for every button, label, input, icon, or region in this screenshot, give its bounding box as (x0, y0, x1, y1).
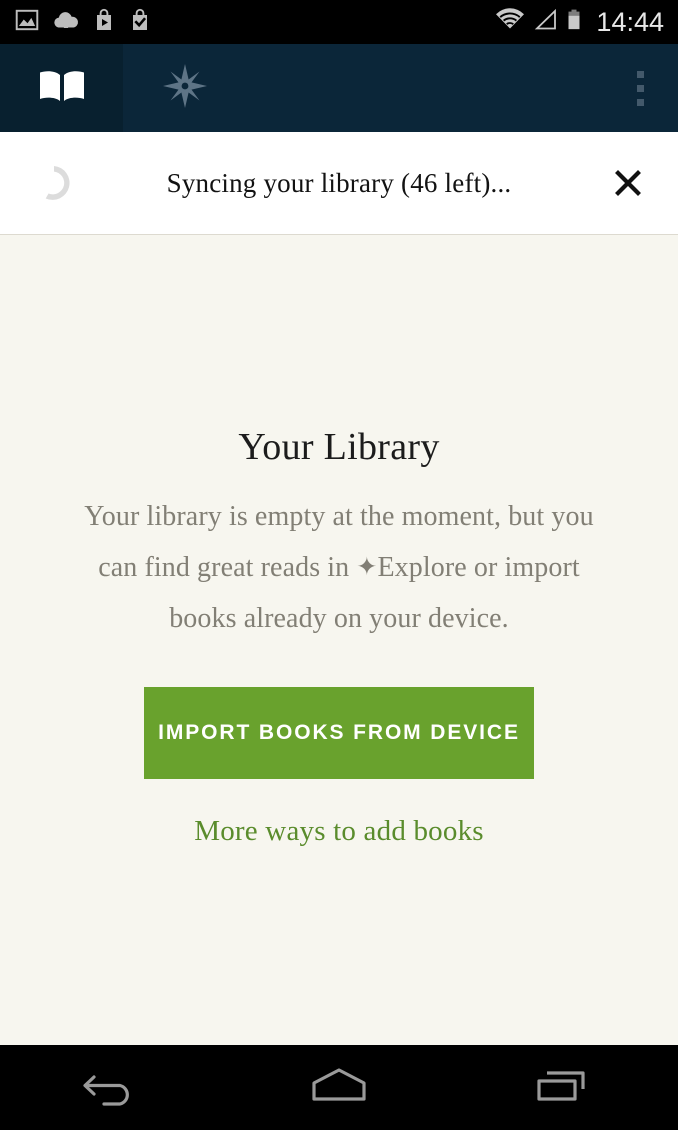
app-installed-bag-check-icon (128, 7, 152, 38)
cloud-upload-icon (52, 7, 80, 38)
nav-back-button[interactable] (0, 1045, 226, 1130)
tab-library[interactable] (0, 44, 123, 132)
status-bar: 14:44 (0, 0, 678, 44)
tab-explore[interactable] (123, 44, 246, 132)
sync-status-bar: Syncing your library (46 left)... (0, 132, 678, 235)
recents-icon (534, 1063, 596, 1112)
sync-status-text: Syncing your library (46 left)... (166, 167, 512, 198)
empty-library-state: Your Library Your library is empty at th… (0, 425, 678, 848)
status-bar-clock: 14:44 (596, 6, 664, 37)
description-line-1: Your library is empty at the moment, but (84, 501, 545, 532)
app-toolbar (0, 44, 678, 132)
open-book-icon (36, 67, 88, 110)
home-icon (306, 1063, 372, 1112)
import-books-from-device-button[interactable]: IMPORT BOOKS FROM DEVICE (144, 687, 534, 779)
screenshot-image-icon (14, 7, 40, 38)
nav-recents-button[interactable] (452, 1045, 678, 1130)
empty-state-description: Your library is empty at the moment, but… (79, 491, 599, 644)
nav-home-button[interactable] (226, 1045, 452, 1130)
compass-star-icon (161, 62, 209, 115)
cellular-signal-icon (533, 7, 559, 38)
android-navigation-bar (0, 1045, 678, 1130)
wifi-icon (494, 7, 526, 38)
overflow-menu-icon[interactable] (602, 44, 678, 132)
library-content-area: Your Library Your library is empty at th… (0, 235, 678, 1045)
back-arrow-icon (82, 1063, 144, 1112)
compass-star-inline-icon: ✦ (356, 554, 378, 581)
battery-icon (566, 7, 582, 38)
more-ways-to-add-books-link[interactable]: More ways to add books (0, 815, 678, 848)
description-line-2-suffix: Explore or (377, 552, 498, 583)
page-title: Your Library (238, 426, 440, 468)
overflow-dot (636, 98, 644, 106)
app-screen: 14:44 Syncing your library (46 left)... … (0, 0, 678, 1130)
overflow-dot (636, 84, 644, 92)
play-store-bag-icon (92, 7, 116, 38)
status-bar-system-icons: 14:44 (494, 7, 664, 38)
overflow-dot (636, 70, 644, 78)
status-bar-notification-icons (14, 7, 494, 38)
close-icon[interactable] (606, 161, 650, 205)
